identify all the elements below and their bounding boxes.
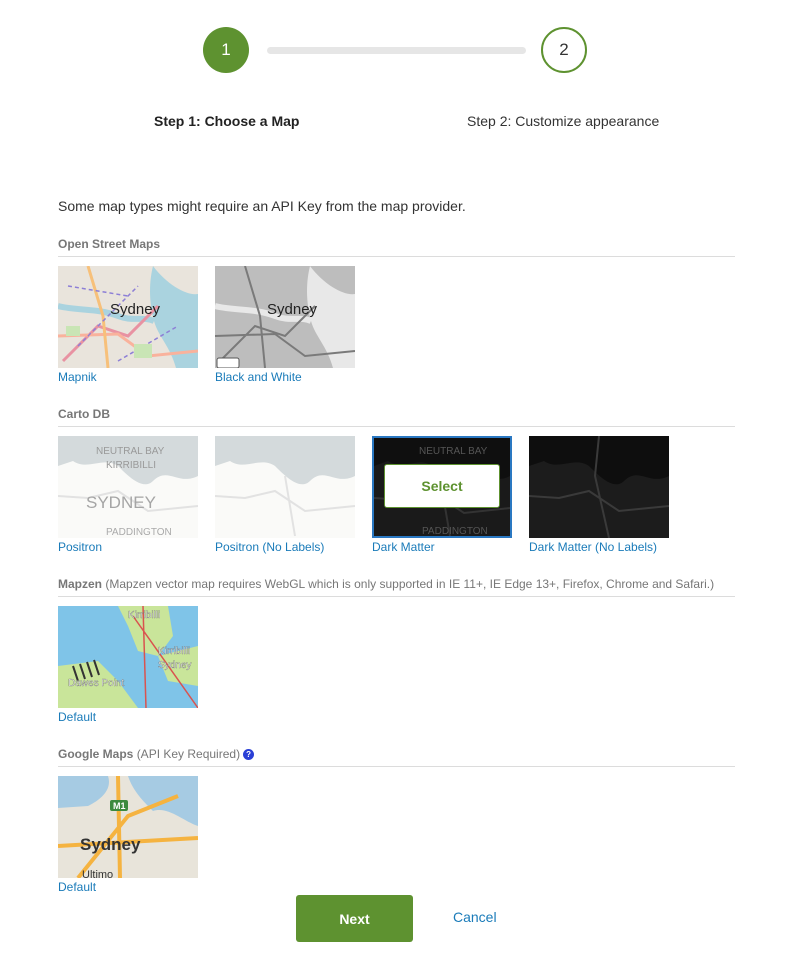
positron-label-neutral-bay: NEUTRAL BAY [96,446,165,457]
section-title-carto: Carto DB [58,407,111,421]
step-2-number: 2 [559,40,569,59]
google-api-key-note: (API Key Required) [136,747,241,761]
section-title-google: Google Maps (API Key Required)? [58,747,255,761]
dark-matter-label-paddington: PADDINGTON [422,526,488,536]
dark-matter-label-neutral-bay: NEUTRAL BAY [419,446,488,457]
map-caption-mapnik[interactable]: Mapnik [58,370,97,384]
google-title: Google Maps [58,747,134,761]
map-caption-black-and-white[interactable]: Black and White [215,370,302,384]
map-tile-positron[interactable]: NEUTRAL BAY KIRRIBILLI SYDNEY PADDINGTON [58,436,198,538]
map-caption-positron-no-labels[interactable]: Positron (No Labels) [215,540,324,554]
map-tile-dark-matter-no-labels[interactable] [529,436,669,538]
mapzen-webgl-note: (Mapzen vector map requires WebGL which … [105,577,715,591]
map-caption-mapzen-default[interactable]: Default [58,710,96,724]
google-label-sydney: Sydney [80,835,141,854]
mapzen-label-kirribilli-1: Kirribilli [128,610,160,621]
dark-matter-no-labels-thumbnail [529,436,669,538]
positron-no-labels-thumbnail [215,436,355,538]
mapzen-title: Mapzen [58,577,103,591]
black-and-white-map-label: Sydney [267,301,318,318]
help-icon[interactable]: ? [243,749,255,761]
positron-thumbnail: NEUTRAL BAY KIRRIBILLI SYDNEY PADDINGTON [58,436,198,538]
positron-label-kirribilli: KIRRIBILLI [106,460,156,471]
section-divider [58,426,735,427]
mapzen-label-dawes-point: Dawes Point [68,678,124,689]
map-tile-mapzen-default[interactable]: Kirribilli Kirribilli Sydney Dawes Point [58,606,198,708]
mapzen-thumbnail: Kirribilli Kirribilli Sydney Dawes Point [58,606,198,708]
step-2-indicator: 2 [541,27,587,73]
step-progress-track [267,47,526,54]
mapnik-thumbnail: Sydney [58,266,198,368]
map-tile-mapnik[interactable]: Sydney [58,266,198,368]
map-caption-google-default[interactable]: Default [58,880,96,894]
cancel-link[interactable]: Cancel [453,909,497,925]
section-title-osm: Open Street Maps [58,237,161,251]
intro-text: Some map types might require an API Key … [58,198,466,214]
mapzen-label-sydney: Sydney [158,660,191,671]
section-divider [58,596,735,597]
map-tile-black-and-white[interactable]: Sydney [215,266,355,368]
step-1-indicator: 1 [203,27,249,73]
google-label-m1: M1 [113,801,126,811]
step-1-label: Step 1: Choose a Map [154,113,300,129]
map-caption-dark-matter[interactable]: Dark Matter [372,540,435,554]
map-caption-positron[interactable]: Positron [58,540,102,554]
positron-label-paddington: PADDINGTON [106,527,172,538]
positron-label-sydney: SYDNEY [86,493,156,512]
step-2-label: Step 2: Customize appearance [467,113,660,129]
section-divider [58,256,735,257]
map-caption-dark-matter-no-labels[interactable]: Dark Matter (No Labels) [529,540,657,554]
mapnik-map-label: Sydney [110,301,161,318]
step-1-number: 1 [221,40,231,59]
google-thumbnail: M1 Sydney Ultimo [58,776,198,878]
google-label-ultimo: Ultimo [82,869,113,878]
next-button[interactable]: Next [296,895,413,942]
black-and-white-thumbnail: Sydney [215,266,355,368]
select-map-button[interactable]: Select [384,464,500,508]
mapzen-label-kirribilli-2: Kirribilli [158,646,190,657]
map-tile-google-default[interactable]: M1 Sydney Ultimo [58,776,198,878]
map-tile-positron-no-labels[interactable] [215,436,355,538]
section-divider [58,766,735,767]
map-tile-dark-matter[interactable]: NEUTRAL BAY PADDINGTON Select [372,436,512,538]
section-title-mapzen: Mapzen (Mapzen vector map requires WebGL… [58,577,714,591]
